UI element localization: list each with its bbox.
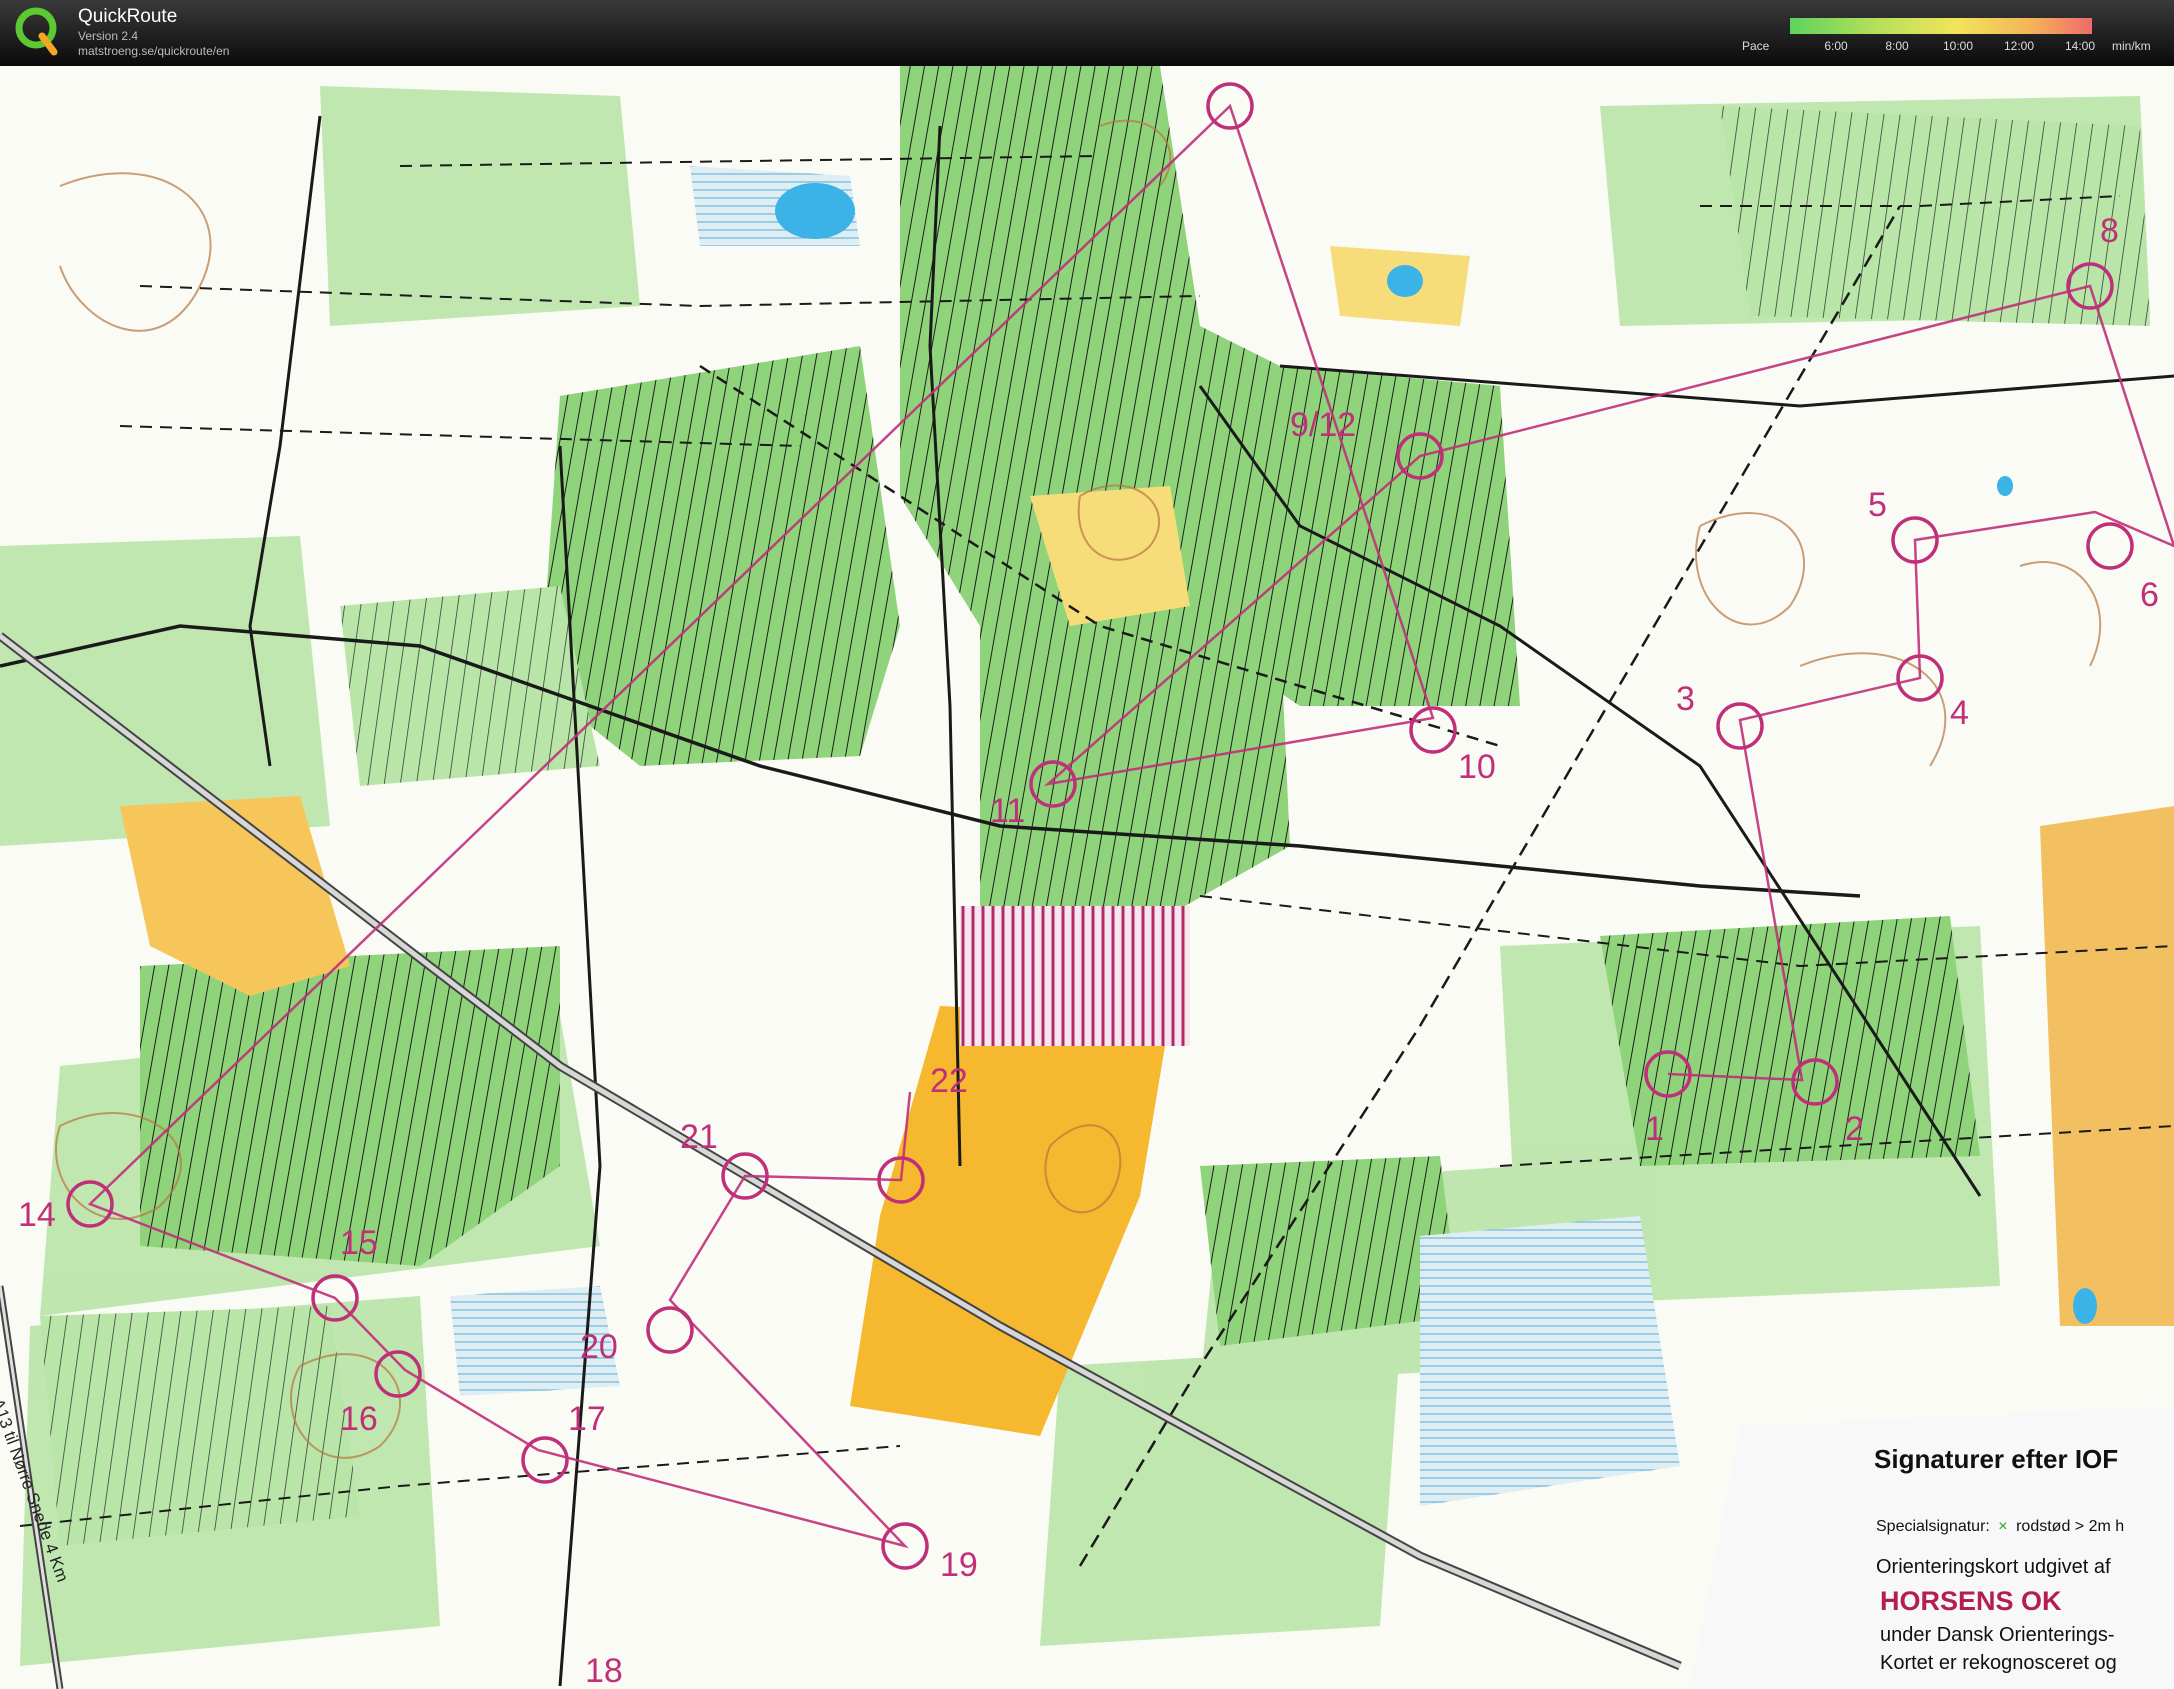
restricted-area [960,906,1190,1046]
control-label-18: 18 [585,1652,623,1689]
app-version: Version 2.4 [78,29,139,43]
legend-special-item: rodstød > 2m h [2016,1518,2125,1535]
control-label-9-12: 9/12 [1290,406,1356,444]
control-label-15: 15 [340,1224,378,1262]
orienteering-map[interactable]: 1 2 3 4 5 6 8 9/12 10 11 14 15 16 17 18 … [0,66,2174,1689]
pace-label: Pace [1742,39,1770,53]
control-label-4: 4 [1950,694,1969,732]
pace-tick-8: 8:00 [1885,39,1909,53]
legend-special-line: Specialsignatur: × rodstød > 2m h [1876,1518,2124,1536]
legend-map-note: Kortet er rekognosceret og [1880,1652,2117,1674]
control-label-8: 8 [2100,212,2119,250]
pace-unit: min/km [2112,39,2151,53]
control-label-10: 10 [1458,748,1496,786]
pace-tick-10: 10:00 [1942,39,1974,53]
legend-title: Signaturer efter IOF [1874,1444,2119,1474]
legend-club: HORSENS OK [1880,1586,2062,1616]
control-label-19: 19 [940,1546,978,1584]
control-label-1: 1 [1645,1110,1664,1148]
cross-icon: × [1998,1518,2008,1535]
control-label-20: 20 [580,1328,618,1366]
legend-published-by: Orienteringskort udgivet af [1876,1556,2111,1578]
control-label-22: 22 [930,1062,968,1100]
control-label-21: 21 [680,1118,718,1156]
control-label-16: 16 [340,1400,378,1438]
legend-under: under Dansk Orienterings- [1880,1624,2115,1646]
pace-tick-6: 6:00 [1824,39,1848,53]
control-label-2: 2 [1845,1110,1864,1148]
control-label-17: 17 [568,1400,606,1438]
legend-special-prefix: Specialsignatur: [1876,1518,1990,1535]
control-label-3: 3 [1676,680,1695,718]
pace-tick-14: 14:00 [2064,39,2096,53]
quickroute-logo-icon [15,7,58,56]
control-label-14: 14 [18,1196,56,1234]
pace-color-scale [1790,18,2092,34]
app-title: QuickRoute [78,6,178,27]
map-canvas: 1 2 3 4 5 6 8 9/12 10 11 14 15 16 17 18 … [0,66,2174,1689]
pace-tick-12: 12:00 [2003,39,2035,53]
app-header: QuickRoute Version 2.4 matstroeng.se/qui… [0,0,2174,66]
control-label-6: 6 [2140,576,2159,614]
control-label-5: 5 [1868,486,1887,524]
control-label-11: 11 [990,792,1025,830]
app-url: matstroeng.se/quickroute/en [78,44,230,58]
